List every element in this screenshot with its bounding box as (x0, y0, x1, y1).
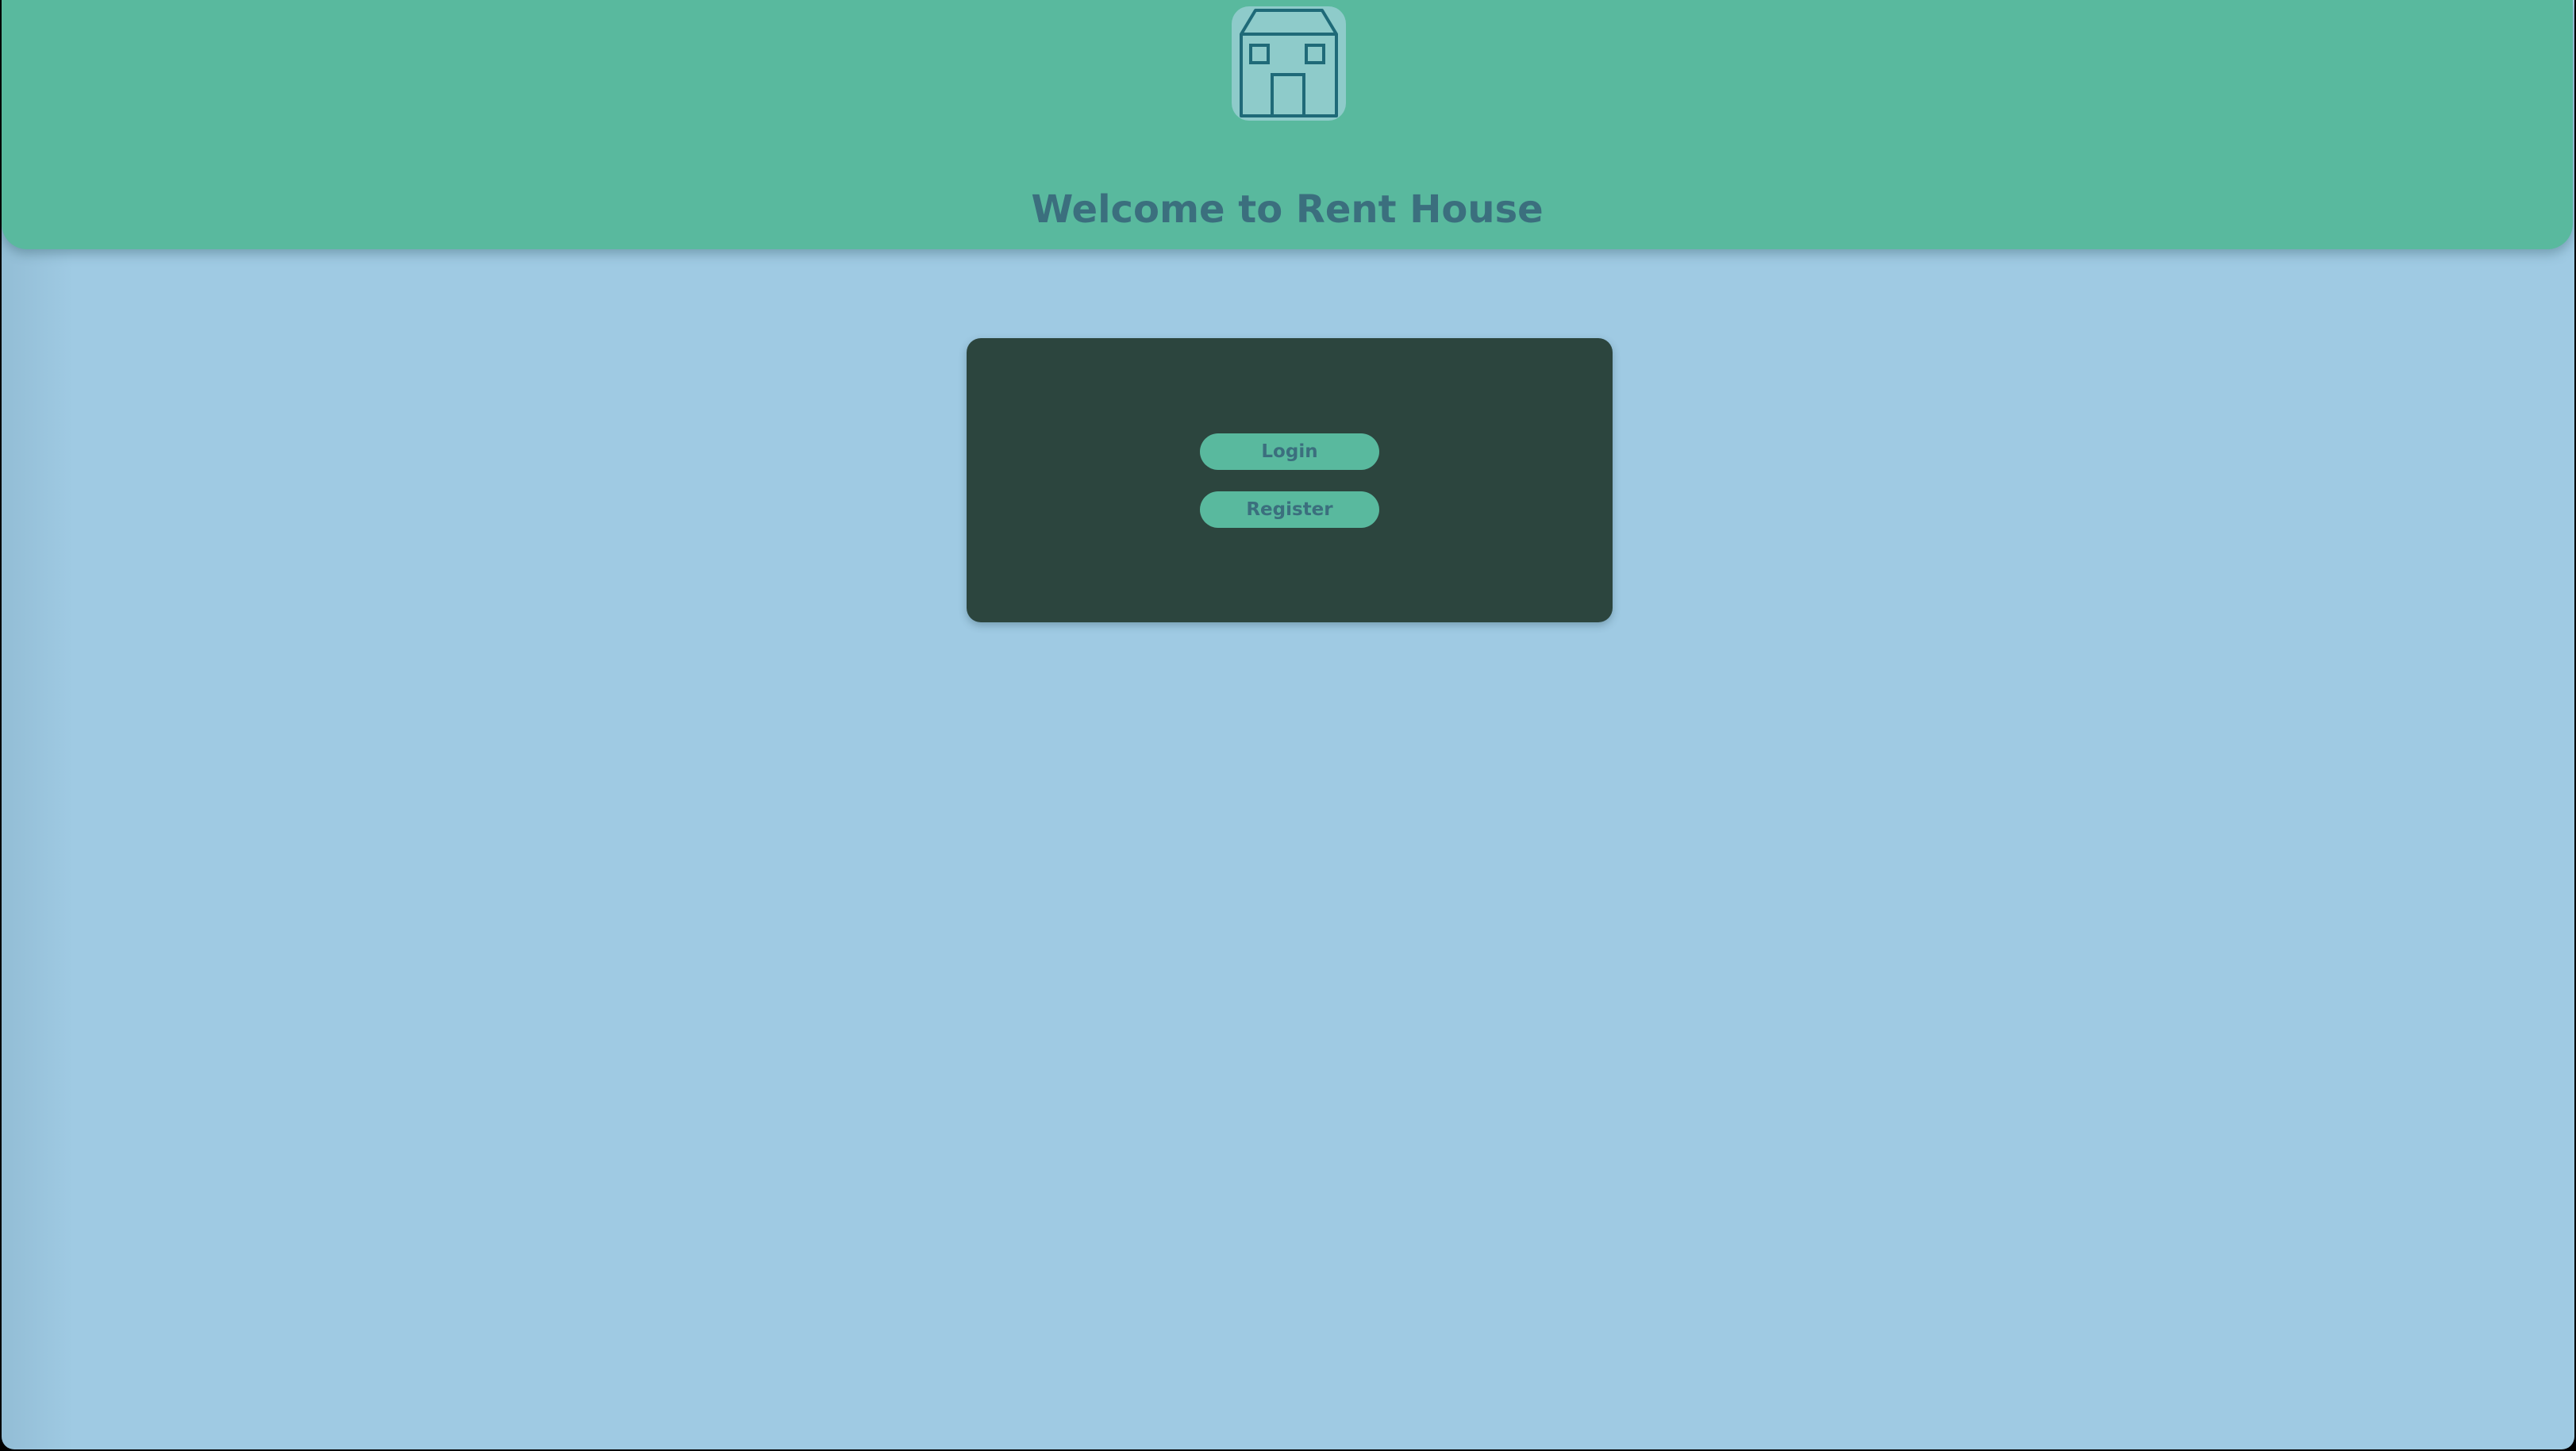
auth-card: Login Register (967, 338, 1613, 622)
page-header: Welcome to Rent House (2, 0, 2573, 249)
house-icon-graphic (1240, 9, 1338, 117)
page-title: Welcome to Rent House (1031, 187, 1544, 232)
register-button[interactable]: Register (1200, 491, 1379, 528)
house-icon (1232, 6, 1346, 121)
login-button[interactable]: Login (1200, 433, 1379, 470)
app-viewport: Welcome to Rent House Login Register (2, 0, 2574, 1449)
